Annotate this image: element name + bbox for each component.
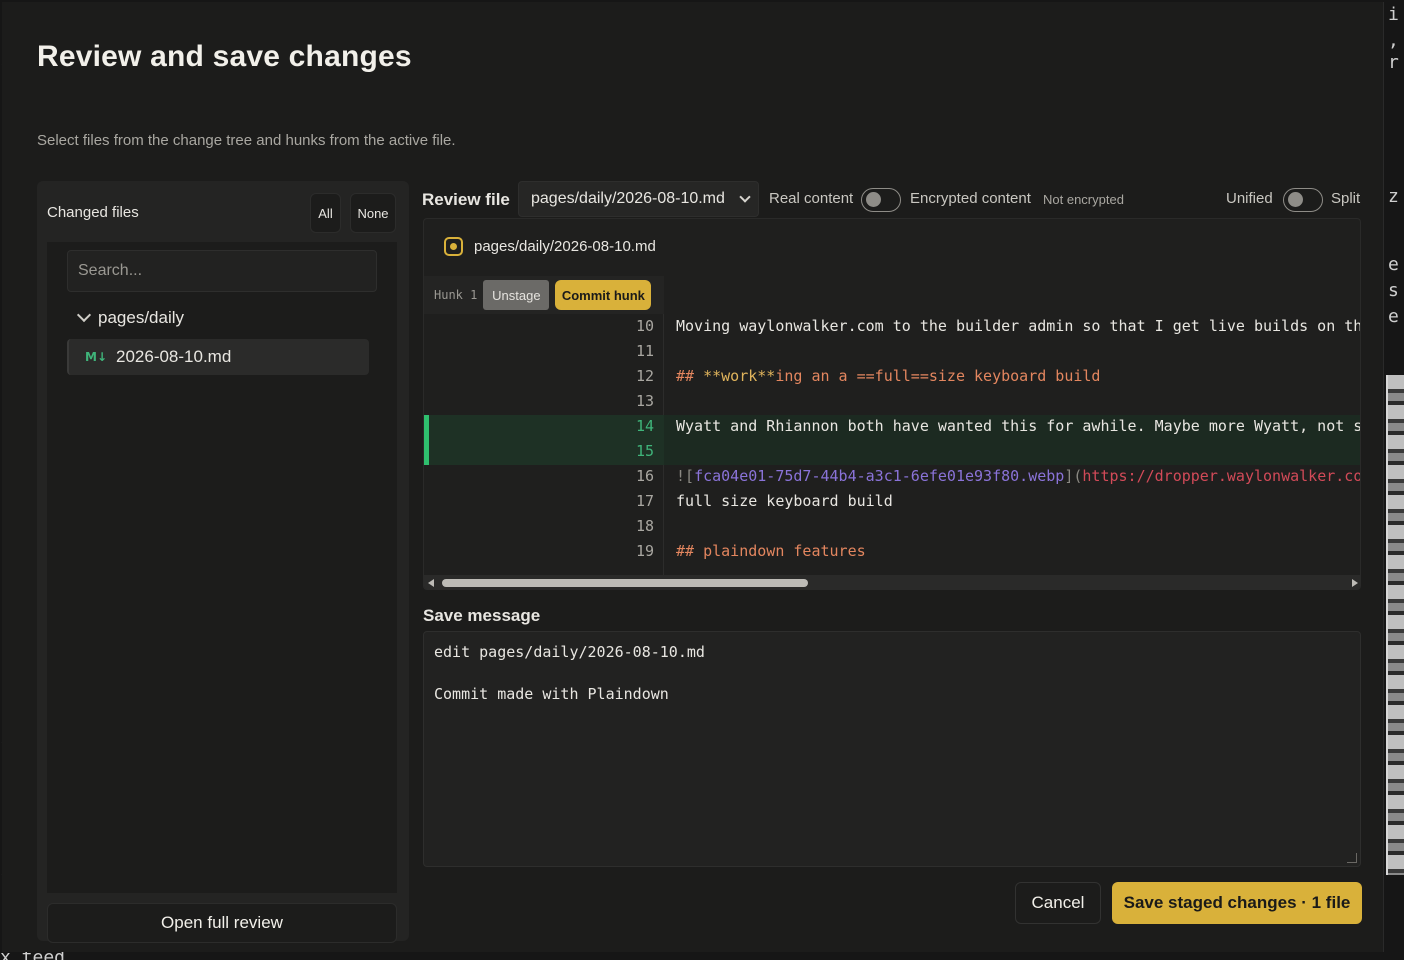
- content-mode-toggle[interactable]: [861, 188, 901, 212]
- diff-file-header[interactable]: pages/daily/2026-08-10.md: [444, 237, 656, 256]
- code-text: Moving waylonwalker.com to the builder a…: [676, 317, 1361, 335]
- radio-dot: [450, 243, 457, 250]
- toggle-knob: [866, 192, 881, 207]
- hunk-toolbar: Hunk 1 Unstage Commit hunk: [424, 276, 664, 314]
- file-search-input[interactable]: [67, 250, 377, 292]
- code-image-marker: ![: [676, 467, 695, 485]
- hunk-label: Hunk 1: [434, 288, 478, 302]
- line-number: 13: [635, 392, 654, 410]
- diff-view-toggle[interactable]: [1283, 188, 1323, 212]
- bg-char: z: [1388, 186, 1399, 207]
- scrollbar-thumb[interactable]: [442, 579, 808, 587]
- line-number: 10: [635, 317, 654, 335]
- page-subtitle: Select files from the change tree and hu…: [37, 132, 456, 149]
- code-line: ![fca04e01-75d7-44b4-a3c1-6efe01e93f80.w…: [676, 464, 1361, 489]
- code-line-added: Wyatt and Rhiannon both have wanted this…: [676, 414, 1361, 439]
- markdown-icon: M↓: [85, 350, 107, 364]
- code-heading-marker: ##: [676, 367, 704, 385]
- line-number: 19: [635, 542, 654, 560]
- horizontal-scrollbar[interactable]: [424, 575, 1360, 589]
- line-number: 17: [635, 492, 654, 510]
- bg-char: s: [1388, 280, 1399, 301]
- scroll-right-icon[interactable]: [1352, 579, 1358, 587]
- split-label: Split: [1331, 190, 1361, 207]
- folder-pages-daily[interactable]: pages/daily: [76, 307, 185, 328]
- resize-grip-icon[interactable]: [1347, 853, 1357, 863]
- save-message-label: Save message: [423, 606, 541, 625]
- scroll-left-icon[interactable]: [428, 579, 434, 587]
- unified-label: Unified: [1226, 190, 1273, 207]
- chevron-down-icon: [739, 191, 751, 203]
- toggle-knob: [1288, 192, 1303, 207]
- diff-viewer: pages/daily/2026-08-10.md Hunk 1 Unstage…: [423, 218, 1361, 590]
- code-text: full size keyboard build: [676, 492, 893, 510]
- code-link-bracket: ](: [1064, 467, 1083, 485]
- code-heading-text: ## plaindown features: [676, 542, 866, 560]
- chevron-down-icon: [76, 307, 92, 323]
- bg-char: r: [1388, 52, 1399, 73]
- code-bold: **work**: [703, 367, 776, 385]
- line-number-added: 15: [635, 442, 654, 460]
- commit-hunk-button[interactable]: Commit hunk: [555, 280, 652, 310]
- background-image: [1386, 375, 1404, 875]
- code-text: Wyatt and Rhiannon both have wanted this…: [676, 417, 1361, 435]
- page-title: Review and save changes: [37, 40, 412, 73]
- code-line: Moving waylonwalker.com to the builder a…: [676, 314, 1361, 339]
- change-tree: pages/daily M↓ 2026-08-10.md: [47, 242, 397, 893]
- select-none-button[interactable]: None: [350, 193, 396, 233]
- encrypted-content-label: Encrypted content: [910, 190, 1031, 207]
- code-link-text: fca04e01-75d7-44b4-a3c1-6efe01e93f80.web…: [694, 467, 1065, 485]
- code-line: ## plaindown features: [676, 539, 866, 564]
- bg-char: e: [1388, 254, 1399, 275]
- line-number: 18: [635, 517, 654, 535]
- unstage-button[interactable]: Unstage: [483, 280, 550, 310]
- changed-files-panel: Changed files All None pages/daily M↓ 20…: [37, 181, 409, 943]
- cancel-button[interactable]: Cancel: [1015, 882, 1101, 924]
- file-select-radio-icon[interactable]: [444, 237, 463, 256]
- save-message-textarea[interactable]: edit pages/daily/2026-08-10.md Commit ma…: [423, 631, 1361, 867]
- bg-char: e: [1388, 306, 1399, 327]
- folder-label: pages/daily: [98, 308, 185, 327]
- file-item-label: 2026-08-10.md: [116, 347, 232, 366]
- line-number: 12: [635, 367, 654, 385]
- selected-file-value: pages/daily/2026-08-10.md: [531, 190, 725, 207]
- code-heading-text: ing an a ==full==size keyboard build: [775, 367, 1101, 385]
- code-url: https://dropper.waylonwalker.com: [1082, 467, 1361, 485]
- open-full-review-button[interactable]: Open full review: [47, 903, 397, 943]
- code-line: full size keyboard build: [676, 489, 893, 514]
- review-file-label: Review file: [422, 190, 510, 209]
- line-number: 16: [635, 467, 654, 485]
- line-number: 11: [635, 342, 654, 360]
- code-content: Moving waylonwalker.com to the builder a…: [664, 314, 1361, 575]
- line-number-added: 14: [635, 417, 654, 435]
- real-content-label: Real content: [769, 190, 854, 207]
- select-all-button[interactable]: All: [310, 193, 341, 233]
- diff-file-path: pages/daily/2026-08-10.md: [474, 238, 656, 255]
- bg-char: i: [1388, 4, 1399, 25]
- changed-files-header: Changed files: [47, 204, 139, 221]
- save-staged-changes-button[interactable]: Save staged changes · 1 file: [1112, 882, 1362, 924]
- review-file-select[interactable]: pages/daily/2026-08-10.md: [518, 181, 759, 217]
- file-item[interactable]: M↓ 2026-08-10.md: [67, 339, 369, 375]
- review-dialog: Review and save changes Select files fro…: [2, 2, 1384, 952]
- encryption-status: Not encrypted: [1043, 192, 1124, 207]
- code-line: ## **work**ing an a ==full==size keyboar…: [676, 364, 1100, 389]
- background-editor-right: i , r z e s e: [1384, 0, 1404, 960]
- bg-char: ,: [1388, 30, 1399, 51]
